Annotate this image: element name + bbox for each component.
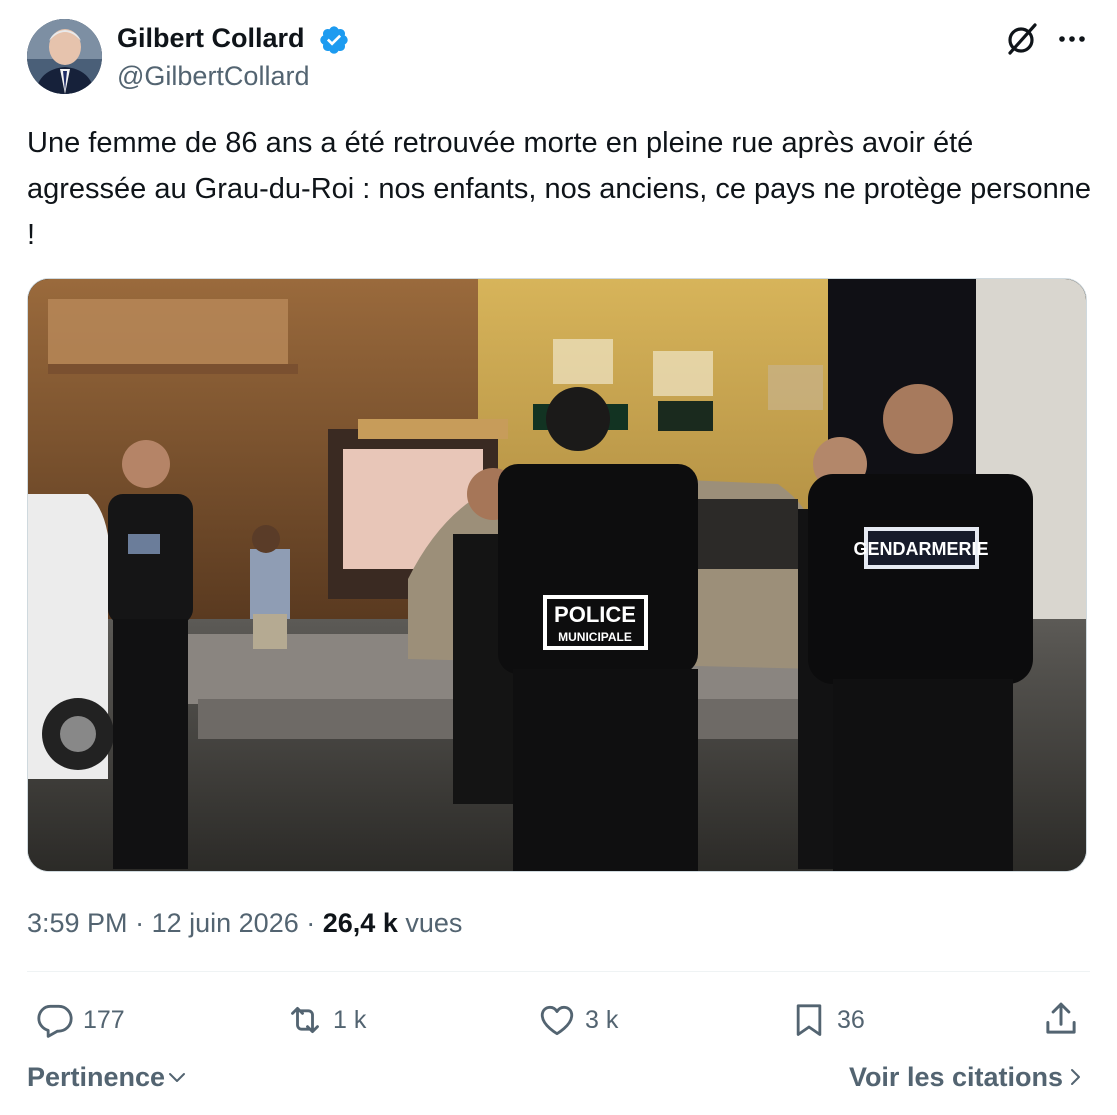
avatar-photo: [27, 19, 102, 94]
share-icon[interactable]: [1040, 998, 1082, 1040]
like-button[interactable]: 3 k: [537, 998, 618, 1042]
gendarmerie-label: GENDARMERIE: [853, 539, 988, 559]
sort-dropdown[interactable]: Pertinence: [27, 1059, 189, 1095]
reply-icon: [37, 1004, 73, 1038]
tweet-date[interactable]: 12 juin 2026: [152, 908, 299, 938]
divider: [27, 971, 1090, 972]
chevron-down-icon: [169, 1073, 186, 1082]
tweet-time[interactable]: 3:59 PM: [27, 908, 128, 938]
repost-icon: [291, 1006, 319, 1034]
meta-separator-2: ·: [306, 908, 316, 938]
grok-icon[interactable]: [1002, 19, 1042, 59]
verified-badge-icon: [320, 26, 348, 54]
meta-separator: ·: [135, 908, 145, 938]
bookmark-button[interactable]: 36: [789, 998, 865, 1042]
sort-label: Pertinence: [27, 1062, 166, 1092]
heart-icon: [540, 1005, 574, 1036]
author-name[interactable]: Gilbert Collard: [117, 21, 305, 55]
repost-button[interactable]: 1 k: [285, 998, 366, 1042]
more-options-icon[interactable]: [1052, 24, 1092, 54]
police-scene-illustration: POLICE MUNICIPALE GENDARMERIE: [28, 279, 1086, 871]
author-avatar[interactable]: [27, 19, 102, 94]
reply-button[interactable]: 177: [35, 998, 125, 1042]
municipale-label: MUNICIPALE: [558, 630, 632, 644]
bookmark-count: 36: [837, 1005, 865, 1034]
reply-count: 177: [83, 1005, 125, 1034]
author-handle[interactable]: @GilbertCollard: [117, 59, 309, 93]
tweet-meta: 3:59 PM · 12 juin 2026 · 26,4 k vues: [27, 905, 462, 941]
tweet-text: Une femme de 86 ans a été retrouvée mort…: [27, 127, 1091, 251]
chevron-right-icon: [1071, 1069, 1080, 1085]
view-quotes-link[interactable]: Voir les citations: [849, 1059, 1087, 1095]
bookmark-icon: [796, 1004, 822, 1036]
views-count: 26,4 k: [322, 908, 398, 938]
repost-count: 1 k: [333, 1005, 367, 1034]
tweet-media-photo[interactable]: POLICE MUNICIPALE GENDARMERIE: [27, 278, 1087, 872]
like-count: 3 k: [585, 1005, 619, 1034]
police-label: POLICE: [554, 602, 636, 627]
views-label: vues: [405, 908, 463, 938]
quotes-label: Voir les citations: [848, 1062, 1063, 1092]
